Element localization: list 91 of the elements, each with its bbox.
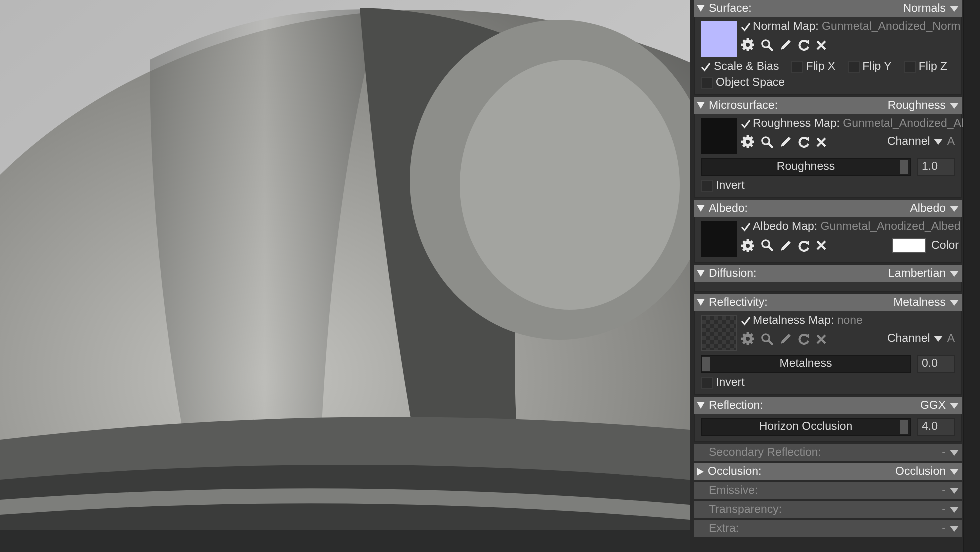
mode-dropdown[interactable]: - (942, 504, 946, 516)
section-title: Emissive: (709, 484, 758, 496)
map-label: Roughness Map: Gunmetal_Anodized_Al (753, 118, 964, 130)
mode-dropdown[interactable]: - (942, 484, 946, 496)
section-title: Extra: (709, 522, 740, 534)
search-icon[interactable] (761, 239, 774, 252)
section-header[interactable]: Albedo: Albedo (694, 200, 962, 217)
texture-swatch[interactable] (701, 221, 737, 257)
checkmark-icon[interactable] (741, 119, 751, 129)
checkmark-icon[interactable] (741, 22, 751, 32)
mode-dropdown[interactable]: GGX (920, 400, 946, 412)
texture-swatch[interactable] (701, 118, 737, 154)
slider-label: Metalness (780, 358, 832, 370)
value-field[interactable]: 4.0 (917, 418, 955, 436)
texture-swatch[interactable] (701, 315, 737, 351)
section-header[interactable]: Microsurface: Roughness (694, 97, 962, 114)
slider-handle[interactable] (702, 357, 710, 371)
mode-dropdown[interactable]: Lambertian (888, 268, 946, 280)
channel-value[interactable]: A (947, 333, 955, 345)
checkbox-label: Flip Z (918, 61, 948, 73)
checkbox-label: Flip Y (862, 61, 892, 73)
section-title: Albedo: (709, 202, 748, 214)
section-header[interactable]: Reflection: GGX (694, 397, 962, 414)
texture-swatch[interactable] (701, 21, 737, 57)
dropdown-caret-icon[interactable] (950, 506, 959, 512)
expand-triangle-icon[interactable] (697, 468, 704, 476)
section-header[interactable]: Reflectivity: Metalness (694, 294, 962, 311)
collapse-triangle-icon[interactable] (697, 205, 705, 212)
channel-label: Channel (887, 136, 930, 148)
value-field[interactable]: 0.0 (917, 355, 955, 373)
slider[interactable]: Horizon Occlusion (701, 418, 911, 436)
checkbox-label: Scale & Bias (714, 61, 780, 73)
search-icon[interactable] (761, 38, 774, 52)
dropdown-caret-icon[interactable] (934, 336, 944, 342)
checkmark-icon[interactable] (741, 316, 751, 326)
mode-dropdown[interactable]: Occlusion (896, 466, 946, 478)
dropdown-caret-icon[interactable] (950, 526, 959, 532)
mode-dropdown[interactable]: Metalness (894, 296, 946, 308)
map-label: Normal Map: Gunmetal_Anodized_Norm (753, 21, 961, 33)
mode-dropdown[interactable]: - (942, 522, 946, 534)
collapse-triangle-icon[interactable] (697, 5, 705, 12)
section-title: Secondary Reflection: (709, 446, 822, 458)
dropdown-caret-icon[interactable] (950, 450, 959, 456)
checkmark-icon[interactable] (701, 62, 711, 72)
slider[interactable]: Metalness (701, 355, 911, 373)
dropdown-caret-icon[interactable] (950, 488, 959, 494)
section-header[interactable]: Surface: Normals (694, 0, 962, 17)
collapse-triangle-icon[interactable] (697, 102, 705, 109)
mode-dropdown[interactable]: Normals (903, 2, 946, 14)
channel-value[interactable]: A (947, 136, 955, 148)
collapse-triangle-icon[interactable] (697, 299, 705, 306)
dropdown-caret-icon[interactable] (934, 139, 944, 145)
color-label: Color (932, 240, 959, 252)
mode-dropdown[interactable]: Albedo (910, 202, 946, 214)
checkbox-label: Invert (716, 180, 745, 192)
section-title: Diffusion: (709, 268, 757, 280)
map-label: Metalness Map: none (753, 315, 863, 327)
collapse-triangle-icon[interactable] (697, 270, 705, 277)
value-field[interactable]: 1.0 (917, 158, 955, 176)
slider-label: Horizon Occlusion (759, 421, 853, 433)
mode-dropdown[interactable]: - (942, 446, 946, 458)
slider-handle[interactable] (900, 160, 908, 174)
checkbox-label: Invert (716, 377, 745, 389)
slider[interactable]: Roughness (701, 158, 911, 176)
channel-label: Channel (887, 333, 930, 345)
section-header[interactable]: Extra: - (694, 520, 962, 537)
section-header[interactable]: Transparency: - (694, 501, 962, 518)
section-header[interactable]: Emissive: - (694, 482, 962, 499)
scrollbar[interactable] (963, 0, 980, 552)
checkbox-label: Flip X (806, 61, 836, 73)
section-header[interactable]: Occlusion: Occlusion (694, 463, 962, 480)
checkbox-label: Object Space (716, 77, 786, 89)
section-title: Surface: (709, 2, 752, 14)
section-title: Reflection: (709, 400, 764, 412)
pencil-icon[interactable] (780, 39, 792, 51)
collapse-triangle-icon[interactable] (697, 402, 705, 409)
mode-dropdown[interactable]: Roughness (888, 100, 946, 112)
pencil-icon[interactable] (780, 136, 792, 148)
slider-label: Roughness (776, 161, 836, 173)
section-header[interactable]: Secondary Reflection: - (694, 444, 962, 461)
checkmark-icon[interactable] (741, 222, 751, 232)
section-title: Occlusion: (708, 466, 762, 478)
pencil-icon[interactable] (780, 240, 792, 252)
section-title: Microsurface: (709, 100, 778, 112)
section-title: Transparency: (709, 504, 782, 516)
section-header[interactable]: Diffusion: Lambertian (694, 265, 962, 282)
map-label: Albedo Map: Gunmetal_Anodized_Albed (753, 221, 961, 233)
section-title: Reflectivity: (709, 296, 768, 308)
search-icon[interactable] (761, 136, 774, 148)
slider-handle[interactable] (900, 420, 908, 434)
color-swatch[interactable] (892, 238, 926, 253)
